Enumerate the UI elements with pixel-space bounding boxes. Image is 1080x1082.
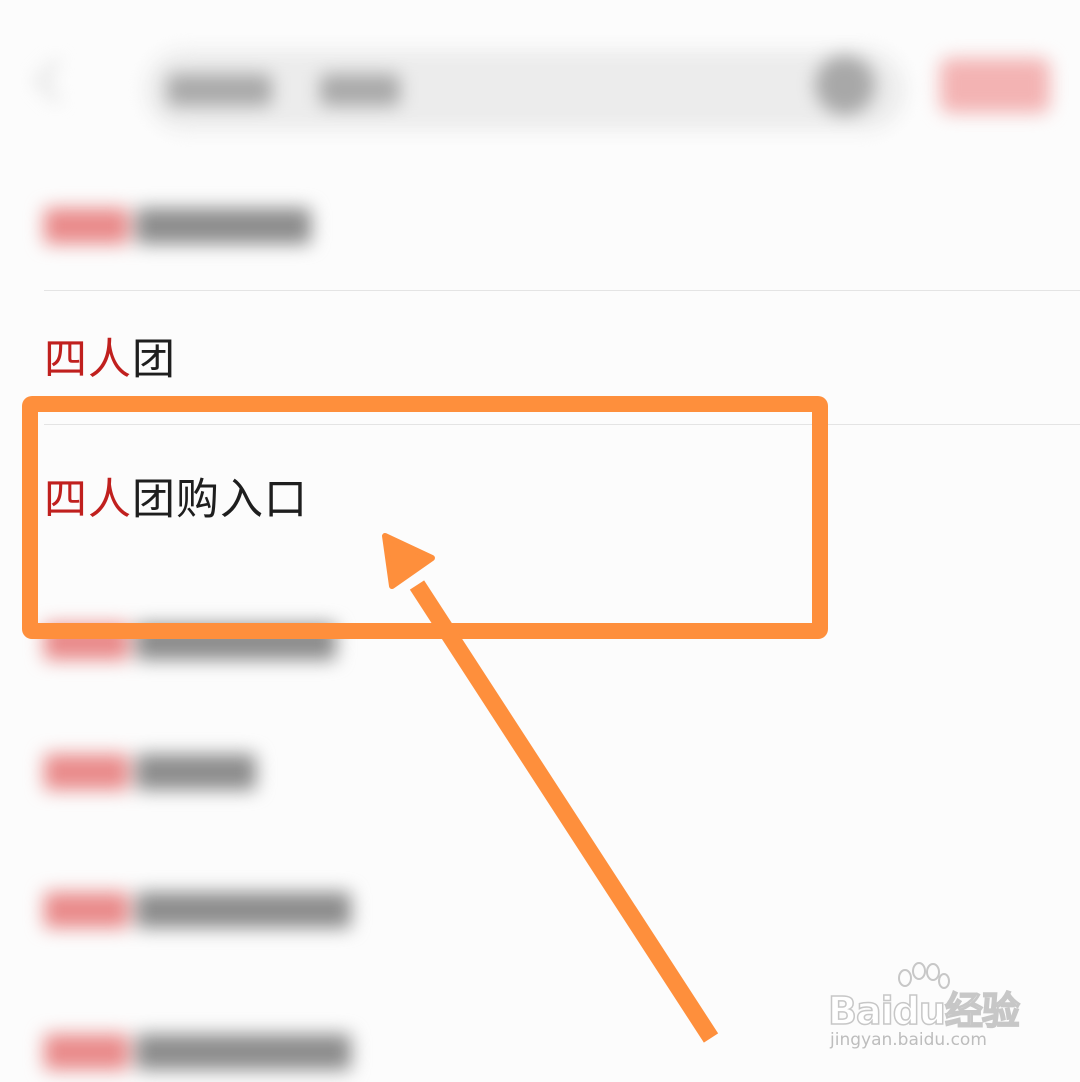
annotation-arrow-icon	[382, 533, 719, 1043]
watermark-url: jingyan.baidu.com	[830, 1030, 987, 1050]
watermark-brand: Baidu经验	[827, 988, 1020, 1034]
watermark: Baidu经验 jingyan.baidu.com	[827, 968, 1028, 1058]
